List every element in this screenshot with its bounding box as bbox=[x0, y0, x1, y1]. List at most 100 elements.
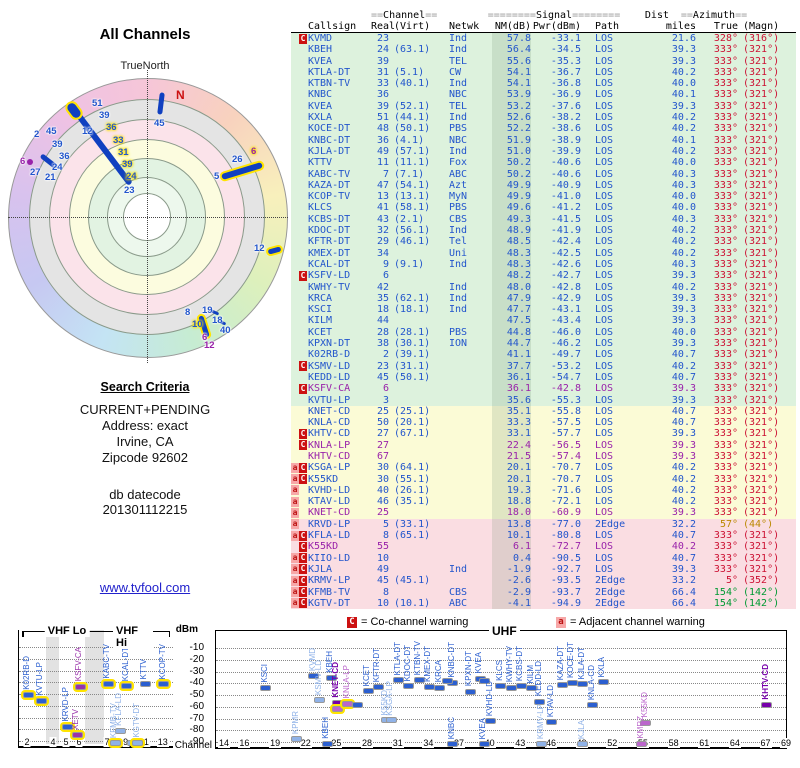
station-label: KCOP-TV bbox=[158, 644, 167, 680]
station-label: KAZA-DT bbox=[556, 646, 565, 680]
table-row: KNBC-DT36(4.1)NBC51.9-38.9LOS40.1333°(32… bbox=[291, 135, 796, 146]
radar-channel-label: 39 bbox=[52, 139, 63, 150]
dbm-axis-title: dBm bbox=[176, 624, 198, 635]
dbm-tick: -50 bbox=[190, 689, 204, 700]
table-row: KNLA-CD50(20.1)33.3-57.5LOS40.7333°(321°… bbox=[291, 417, 796, 428]
uhf-label: UHF bbox=[489, 624, 520, 638]
table-row: KLCS41(58.1)PBS49.6-41.2LOS40.0333°(321°… bbox=[291, 202, 796, 213]
table-row: CK55KD556.1-72.7LOS40.2333°(321°) bbox=[291, 541, 796, 552]
co-channel-flag-icon: C bbox=[299, 531, 307, 541]
station-label: KTAV-LD bbox=[546, 685, 555, 717]
station-label: KABC-TV bbox=[102, 644, 111, 679]
adjacent-flag-icon: a bbox=[291, 508, 299, 518]
table-row: KTLA-DT31(5.1)CW54.1-36.7LOS40.2333°(321… bbox=[291, 67, 796, 78]
radar-channel-label: 12 bbox=[254, 243, 265, 254]
radar-channel-label: 36 bbox=[59, 151, 70, 162]
station-marker bbox=[72, 732, 83, 738]
co-channel-flag-icon: C bbox=[299, 598, 307, 608]
station-marker bbox=[386, 717, 397, 723]
table-row: aCKGTV-DT10(10.1)ABC-4.1-94.92Edge66.415… bbox=[291, 598, 796, 609]
radar-channel-label: 51 bbox=[92, 98, 103, 109]
co-channel-flag-icon: C bbox=[299, 429, 307, 439]
table-row: KVEA39TEL55.6-35.3LOS39.3333°(321°) bbox=[291, 56, 796, 67]
radar-channel-label: 23 bbox=[124, 185, 135, 196]
co-channel-flag-icon: C bbox=[299, 440, 307, 450]
table-row: CKSMV-LD23(31.1)37.7-53.2LOS40.2333°(321… bbox=[291, 361, 796, 372]
adjacent-flag-icon: a bbox=[291, 497, 299, 507]
station-marker bbox=[132, 740, 143, 746]
radar-channel-label: 39 bbox=[99, 110, 110, 121]
north-marker: N bbox=[176, 88, 185, 102]
table-row: KOCE-DT48(50.1)PBS52.2-38.6LOS40.2333°(3… bbox=[291, 123, 796, 134]
table-rows: CKVMD23Ind57.8-33.1LOS21.6328°(316°)KBEH… bbox=[291, 33, 796, 609]
criteria-address: Address: exact bbox=[0, 418, 290, 433]
table-row: aKVHD-LD40(26.1)19.3-71.6LOS40.2333°(321… bbox=[291, 485, 796, 496]
table-row: CKSFV-CA636.1-42.8LOS39.3333°(321°) bbox=[291, 383, 796, 394]
station-label: KRCA bbox=[434, 660, 443, 682]
station-label: KNLA-LP bbox=[342, 665, 351, 698]
co-channel-flag-icon: C bbox=[347, 617, 357, 628]
station-marker bbox=[121, 683, 132, 689]
dbm-tick: -40 bbox=[190, 677, 204, 688]
adjacent-flag-icon: a bbox=[291, 553, 299, 563]
table-row: KCBS-DT43(2.1)CBS49.3-41.5LOS40.3333°(32… bbox=[291, 214, 796, 225]
table-row: aCKRMV-LP45(45.1)-2.6-93.52Edge33.25°(35… bbox=[291, 575, 796, 586]
tvfool-link[interactable]: www.tvfool.com bbox=[0, 580, 290, 595]
table-row: KAZA-DT47(54.1)Azt49.9-40.9LOS40.3333°(3… bbox=[291, 180, 796, 191]
station-label: KJLA-DT bbox=[577, 647, 586, 679]
table-row: aCKIIO-LD100.4-90.5LOS40.7333°(321°) bbox=[291, 553, 796, 564]
station-marker bbox=[465, 689, 476, 695]
channel-tick: 31 bbox=[392, 738, 404, 748]
adjacent-flag-icon: a bbox=[291, 485, 299, 495]
radar-channel-label: 12 bbox=[82, 126, 93, 137]
table-row: KXLA51(44.1)Ind52.6-38.2LOS40.2333°(321°… bbox=[291, 112, 796, 123]
co-channel-flag-icon: C bbox=[299, 564, 307, 574]
adjacent-flag-icon: a bbox=[291, 587, 299, 597]
station-label: KVEA bbox=[474, 652, 483, 673]
table-row: KWHY-TV42Ind48.0-42.8LOS40.2333°(321°) bbox=[291, 282, 796, 293]
dist-header: Dist bbox=[629, 10, 669, 21]
table-row: KNET-CD25(25.1)35.1-55.8LOS40.7333°(321°… bbox=[291, 406, 796, 417]
criteria-mode: CURRENT+PENDING bbox=[0, 402, 290, 417]
criteria-city: Irvine, CA bbox=[0, 434, 290, 449]
radar-channel-label: 8 bbox=[185, 307, 190, 318]
channel-tick: 6 bbox=[75, 737, 82, 747]
tvfool-report: All Channels TrueNorth N 513936123331392… bbox=[0, 0, 800, 768]
radar-channel-label: 12 bbox=[204, 340, 215, 351]
table-row: KVTU-LP335.6-55.3LOS39.3333°(321°) bbox=[291, 395, 796, 406]
station-label: KBEH bbox=[321, 717, 330, 739]
channel-tick: 64 bbox=[729, 738, 741, 748]
channel-tick: 14 bbox=[218, 738, 230, 748]
station-label: KCBS-DT bbox=[515, 646, 524, 681]
radar-channel-label: 6 bbox=[251, 146, 256, 157]
table-row: CKNLA-LP2722.4-56.5LOS39.3333°(321°) bbox=[291, 440, 796, 451]
adjacent-flag-icon: a bbox=[556, 617, 566, 628]
radar-channel-label: 21 bbox=[45, 172, 56, 183]
station-label: K02RB-D bbox=[22, 656, 31, 690]
table-row: KSCI18(18.1)Ind47.7-43.1LOS39.3333°(321°… bbox=[291, 304, 796, 315]
station-marker bbox=[332, 706, 343, 712]
channel-tick: 2 bbox=[23, 737, 30, 747]
channel-axis-label: Channel bbox=[166, 740, 212, 751]
dbm-tick: -60 bbox=[190, 701, 204, 712]
adjacent-channel-legend: a = Adjacent channel warning bbox=[556, 616, 705, 628]
radar-crosshair-vertical bbox=[147, 70, 148, 363]
adjacent-flag-icon: a bbox=[291, 564, 299, 574]
co-channel-flag-icon: C bbox=[299, 474, 307, 484]
station-label: KRVD-LP bbox=[61, 687, 70, 722]
station-label: KCET bbox=[362, 665, 371, 686]
station-label: KJLA bbox=[577, 720, 586, 739]
vhf-hi-label: VHF Hi bbox=[113, 625, 153, 649]
station-label: KTTV bbox=[139, 659, 148, 679]
channel-tick: 61 bbox=[698, 738, 710, 748]
table-header-groups: ==Channel== ========Signal======== Dist … bbox=[291, 10, 796, 21]
radar-plot: N 51393612333139242345245393624212765266… bbox=[8, 78, 288, 358]
dbm-tick: -20 bbox=[190, 654, 204, 665]
station-marker bbox=[140, 681, 151, 687]
station-marker bbox=[495, 683, 506, 689]
station-marker bbox=[36, 698, 47, 704]
radar-channel-label: 10 bbox=[192, 319, 203, 330]
station-label: KMRZ bbox=[636, 716, 645, 739]
table-row: aCK55KD30(55.1)20.1-70.7LOS40.2333°(321°… bbox=[291, 474, 796, 485]
station-label: KGTV-DT bbox=[132, 703, 141, 738]
